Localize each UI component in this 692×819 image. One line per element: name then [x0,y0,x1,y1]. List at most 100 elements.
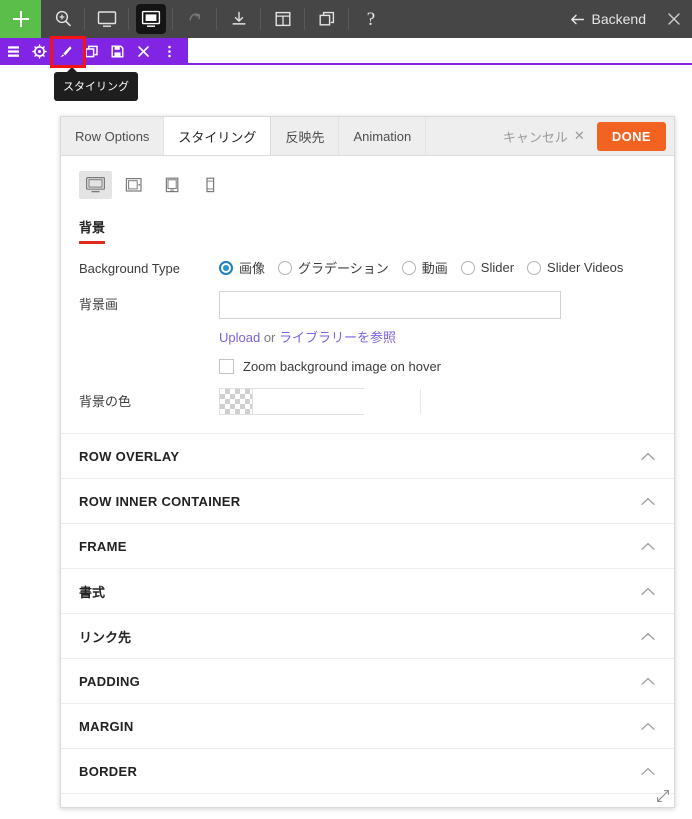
background-image-label: 背景画 [79,297,119,312]
radio-option-image[interactable]: 画像 [219,258,265,277]
background-color-row: 背景の色 [79,388,656,415]
chevron-up-icon[interactable] [640,673,656,689]
resize-handle[interactable] [656,789,670,803]
close-icon: ✕ [573,128,585,143]
accordion-label: FRAME [79,538,127,554]
add-element-button[interactable] [0,0,41,38]
radio-option-slider[interactable]: Slider [460,260,515,275]
device-desktop[interactable] [79,171,112,199]
radio-option-slider-videos[interactable]: Slider Videos [527,260,623,275]
radio-label-video: 動画 [421,261,448,276]
color-value-input[interactable] [253,389,421,414]
zoom-in-icon[interactable] [41,0,85,38]
row-settings-icon[interactable] [26,38,52,64]
radio-dot-gradient [278,260,293,275]
background-form: Background Type 画像 グラデーション 動画 Slider Sli… [61,244,674,415]
backend-button[interactable]: Backend [560,0,656,38]
background-image-control: Upload or ライブラリーを参照 Zoom background imag… [219,291,656,374]
accordion-typography[interactable]: 書式 [61,569,674,614]
color-swatch-transparent[interactable] [220,389,253,414]
close-editor-button[interactable] [656,0,692,38]
zoom-on-hover-checkbox[interactable] [219,359,234,374]
device-tablet[interactable] [155,171,188,199]
upload-link[interactable]: Upload [219,330,260,345]
row-layout-icon[interactable] [0,38,26,64]
accordion-label: リンク先 [79,629,132,645]
row-save-icon[interactable] [104,38,130,64]
radio-label-slider: Slider [480,260,515,275]
chevron-up-icon[interactable] [640,448,656,464]
background-type-label: Background Type [79,261,180,276]
background-type-radiogroup: 画像 グラデーション 動画 Slider Slider Videos [219,258,656,277]
background-image-row: 背景画 Upload or ライブラリーを参照 Zoom background … [79,291,656,374]
radio-dot-slider [460,260,475,275]
accordion-label: ROW INNER CONTAINER [79,493,241,509]
accordion-label: 書式 [79,584,106,600]
radio-dot-image [219,260,233,275]
row-toolbar [0,38,188,64]
chevron-up-icon[interactable] [640,718,656,734]
help-icon[interactable]: ? [349,0,393,38]
accordion-row-inner-container[interactable]: ROW INNER CONTAINER [61,479,674,524]
tab-styling[interactable]: スタイリング [164,117,272,155]
tab-animation[interactable]: Animation [339,117,427,155]
chevron-up-icon[interactable] [640,763,656,779]
device-laptop[interactable] [117,171,150,199]
row-delete-icon[interactable] [130,38,156,64]
duplicate-icon[interactable] [305,0,349,38]
accordion-label: MARGIN [79,718,134,734]
save-download-icon[interactable] [217,0,261,38]
or-label: or [263,330,276,345]
background-type-control: 画像 グラデーション 動画 Slider Slider Videos [219,258,656,277]
accordion-border[interactable]: BORDER [61,749,674,794]
chevron-up-icon[interactable] [640,583,656,599]
panel-body: 背景 Background Type 画像 グラデーション 動画 Slider … [61,156,674,794]
styling-accordion: ROW OVERLAY ROW INNER CONTAINER FRAME 書式 [61,433,674,794]
redo-icon[interactable] [173,0,217,38]
accordion-row-overlay[interactable]: ROW OVERLAY [61,434,674,479]
device-switcher [61,156,674,207]
accordion-link[interactable]: リンク先 [61,614,674,659]
background-image-links: Upload or ライブラリーを参照 [219,327,656,346]
chevron-up-icon[interactable] [640,628,656,644]
section-title: 背景 [79,217,106,244]
color-picker[interactable] [219,388,477,415]
done-button[interactable]: DONE [596,121,666,151]
preview-desktop-icon[interactable] [85,0,129,38]
accordion-label: ROW OVERLAY [79,448,180,464]
styling-button-highlight [50,36,86,68]
zoom-on-hover-row[interactable]: Zoom background image on hover [219,359,656,374]
browse-library-link[interactable]: ライブラリーを参照 [279,330,396,345]
help-glyph: ? [366,8,376,30]
close-icon [668,13,680,25]
accordion-margin[interactable]: MARGIN [61,704,674,749]
radio-option-video[interactable]: 動画 [401,258,448,277]
tab-apply-to[interactable]: 反映先 [271,117,340,155]
frontend-editor-active-box [136,4,166,34]
chevron-up-icon[interactable] [640,538,656,554]
radio-label-image: 画像 [239,261,266,276]
radio-option-gradient[interactable]: グラデーション [278,258,389,277]
chevron-up-icon[interactable] [640,493,656,509]
styling-tooltip: スタイリング [54,67,138,101]
accordion-padding[interactable]: PADDING [61,659,674,704]
panel-tabbar: Row Options スタイリング 反映先 Animation キャンセル ✕… [61,117,674,156]
layout-icon[interactable] [261,0,305,38]
radio-label-gradient: グラデーション [298,261,389,276]
cancel-label: キャンセル [502,129,568,145]
radio-label-slider-videos: Slider Videos [547,260,624,275]
frontend-editor-icon[interactable] [129,0,173,38]
cancel-button[interactable]: キャンセル ✕ [491,117,597,155]
background-type-row: Background Type 画像 グラデーション 動画 Slider Sli… [79,258,656,277]
accordion-frame[interactable]: FRAME [61,524,674,569]
background-image-input[interactable] [219,291,561,319]
row-settings-panel: Row Options スタイリング 反映先 Animation キャンセル ✕… [60,116,675,808]
row-more-icon[interactable] [156,38,182,64]
tab-row-options[interactable]: Row Options [61,117,165,155]
accordion-label: BORDER [79,763,138,779]
zoom-on-hover-label: Zoom background image on hover [243,359,442,374]
background-color-label: 背景の色 [79,394,132,409]
device-mobile[interactable] [193,171,226,199]
top-toolbar: ? Backend [0,0,692,38]
color-alpha-input[interactable] [421,389,477,414]
